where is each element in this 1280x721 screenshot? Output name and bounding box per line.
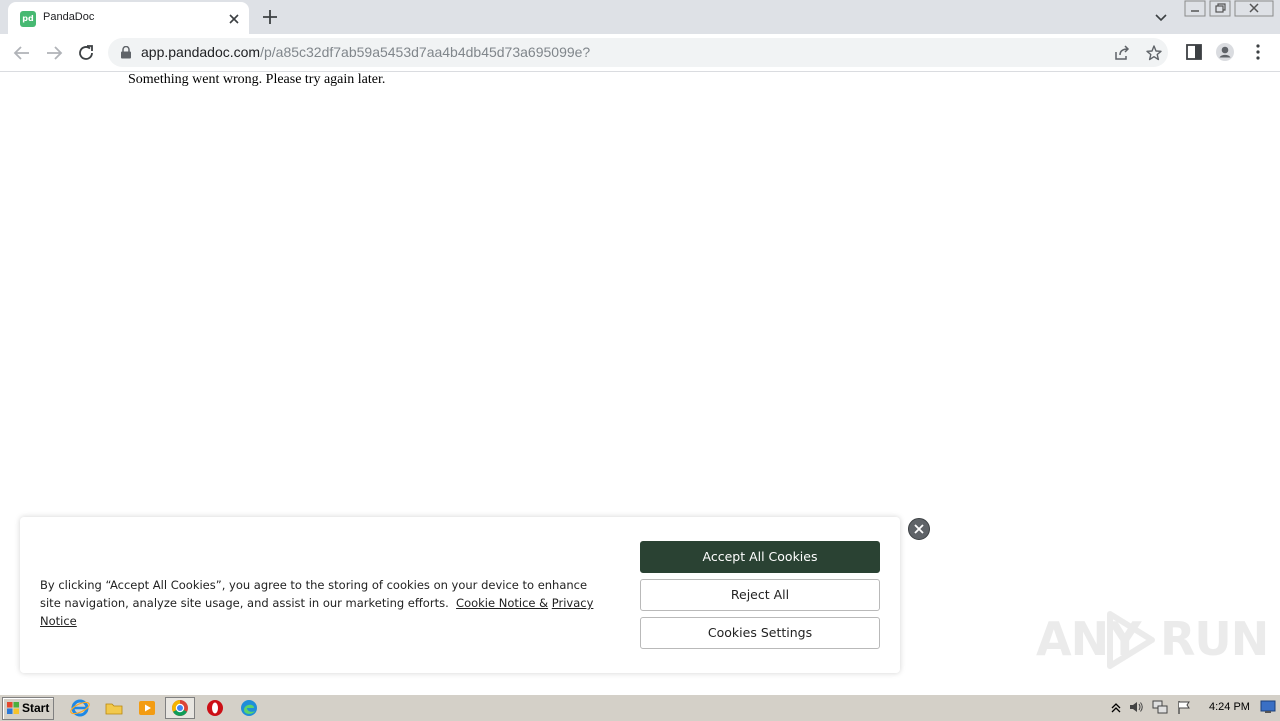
browser-tab[interactable]: pd PandaDoc (8, 2, 249, 34)
cookie-notice-link[interactable]: Cookie Notice & (456, 596, 548, 610)
taskbar: Start 4:24 PM (0, 694, 1280, 721)
anyrun-watermark: ANY RUN (1036, 610, 1269, 670)
edge-icon[interactable] (239, 698, 259, 718)
side-panel-icon[interactable] (1184, 42, 1204, 62)
windows-logo-icon (7, 702, 19, 714)
window-close-icon[interactable] (1234, 0, 1274, 18)
url-host: app.pandadoc.com (141, 44, 261, 60)
opera-icon[interactable] (205, 698, 225, 718)
reject-all-button[interactable]: Reject All (640, 579, 880, 611)
system-tray (1106, 697, 1276, 718)
tab-title: PandaDoc (43, 11, 95, 23)
play-logo-icon (1107, 611, 1155, 669)
internet-explorer-icon[interactable] (70, 698, 90, 718)
network-icon[interactable] (1152, 699, 1168, 715)
tab-close-icon[interactable] (225, 10, 243, 28)
url-text: app.pandadoc.com/p/a85c32df7ab59a5453d7a… (141, 44, 590, 60)
kebab-menu-icon[interactable] (1248, 42, 1268, 62)
chrome-taskbar-button[interactable] (165, 697, 195, 719)
profile-avatar-icon[interactable] (1215, 42, 1235, 62)
cookie-banner: By clicking “Accept All Cookies”, you ag… (20, 517, 900, 673)
cookie-banner-text: By clicking “Accept All Cookies”, you ag… (40, 576, 600, 630)
url-path: /p/a85c32df7ab59a5453d7aa4b4db45d73a6950… (260, 44, 591, 60)
start-label: Start (22, 701, 50, 715)
error-message: Something went wrong. Please try again l… (128, 72, 386, 87)
action-center-flag-icon[interactable] (1176, 699, 1192, 715)
pandadoc-favicon-icon: pd (20, 11, 36, 27)
bookmark-star-icon[interactable] (1145, 44, 1163, 62)
show-desktop-icon[interactable] (1260, 700, 1276, 714)
forward-arrow-icon[interactable] (43, 42, 65, 64)
tab-strip: pd PandaDoc (0, 0, 1280, 34)
address-bar[interactable]: app.pandadoc.com/p/a85c32df7ab59a5453d7a… (108, 38, 1168, 67)
restore-icon[interactable] (1209, 0, 1231, 18)
watermark-text-right: RUN (1160, 612, 1269, 666)
tray-expand-icon[interactable] (1108, 699, 1124, 715)
file-explorer-icon[interactable] (104, 698, 124, 718)
cookies-settings-button[interactable]: Cookies Settings (640, 617, 880, 649)
back-arrow-icon[interactable] (11, 42, 33, 64)
new-tab-icon[interactable] (260, 7, 280, 27)
accept-all-cookies-button[interactable]: Accept All Cookies (640, 541, 880, 573)
media-player-icon[interactable] (137, 698, 157, 718)
share-icon[interactable] (1113, 44, 1131, 62)
speaker-icon[interactable] (1128, 699, 1144, 715)
minimize-icon[interactable] (1184, 0, 1206, 18)
clock[interactable]: 4:24 PM (1209, 701, 1250, 713)
banner-close-icon[interactable] (908, 518, 930, 540)
chevron-down-icon[interactable] (1152, 8, 1170, 26)
chrome-icon (172, 700, 188, 716)
start-button[interactable]: Start (2, 697, 54, 720)
browser-toolbar: app.pandadoc.com/p/a85c32df7ab59a5453d7a… (0, 34, 1280, 72)
reload-icon[interactable] (75, 42, 97, 64)
lock-icon[interactable] (120, 46, 132, 59)
